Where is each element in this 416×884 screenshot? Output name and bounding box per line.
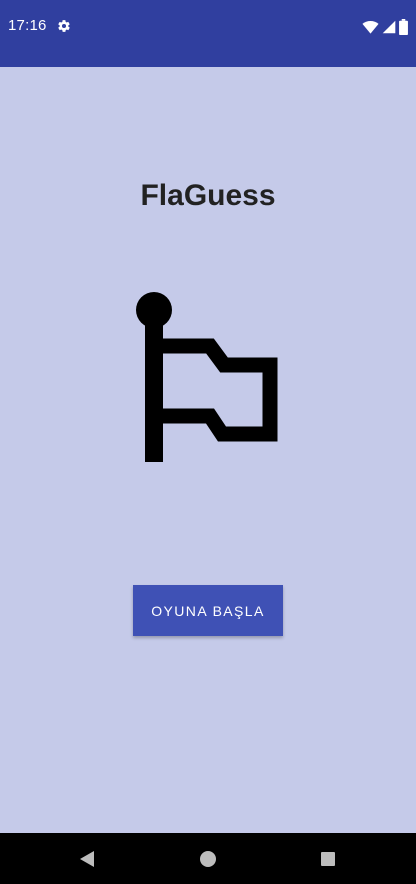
wifi-icon — [362, 21, 379, 34]
app-title: FlaGuess — [140, 179, 276, 212]
recents-icon[interactable] — [320, 851, 336, 867]
flag-icon — [136, 292, 278, 462]
start-game-button[interactable]: OYUNA BAŞLA — [133, 585, 283, 636]
home-icon[interactable] — [199, 850, 217, 868]
status-right-icons — [362, 19, 408, 35]
back-icon[interactable] — [78, 850, 96, 868]
battery-icon — [399, 19, 408, 35]
settings-gear-icon — [58, 20, 70, 32]
main-content: FlaGuess OYUNA BAŞLA — [0, 67, 416, 833]
status-bar: 17:16 — [0, 0, 416, 67]
navigation-bar — [0, 833, 416, 884]
cell-signal-icon — [382, 20, 396, 34]
status-time: 17:16 — [8, 17, 47, 34]
